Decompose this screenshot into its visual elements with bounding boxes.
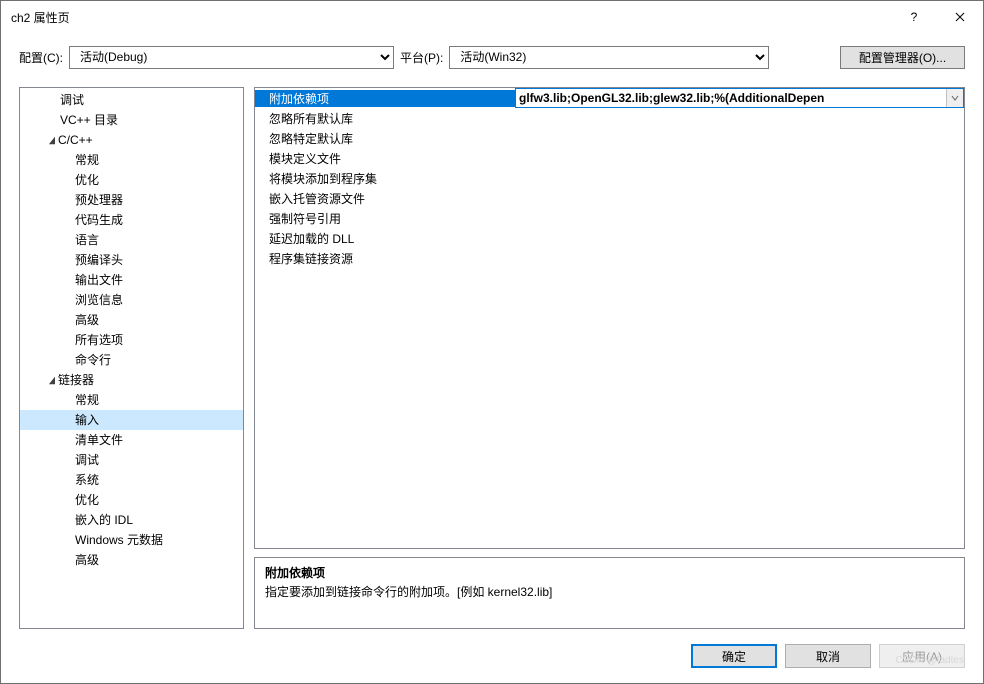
- property-row[interactable]: 程序集链接资源: [255, 248, 964, 268]
- property-row[interactable]: 嵌入托管资源文件: [255, 188, 964, 208]
- right-pane: 附加依赖项glfw3.lib;OpenGL32.lib;glew32.lib;%…: [254, 87, 965, 629]
- tree-item[interactable]: 系统: [20, 470, 243, 490]
- config-select[interactable]: 活动(Debug): [69, 46, 394, 69]
- tree-item-label: 输入: [75, 413, 99, 427]
- tree-item-label: Windows 元数据: [75, 533, 163, 547]
- window-title: ch2 属性页: [11, 9, 891, 26]
- tree-item[interactable]: 调试: [20, 450, 243, 470]
- tree-item[interactable]: 命令行: [20, 350, 243, 370]
- property-name: 模块定义文件: [255, 150, 515, 167]
- chevron-down-icon: [951, 94, 959, 102]
- expander-icon[interactable]: ◢: [47, 371, 57, 391]
- titlebar: ch2 属性页 ?: [1, 1, 983, 33]
- tree-item[interactable]: 常规: [20, 390, 243, 410]
- tree-item-label: VC++ 目录: [60, 113, 118, 127]
- ok-button[interactable]: 确定: [691, 644, 777, 668]
- tree-item-label: 优化: [75, 173, 99, 187]
- tree-item[interactable]: 清单文件: [20, 430, 243, 450]
- tree-item-label: 预编译头: [75, 253, 123, 267]
- platform-select[interactable]: 活动(Win32): [449, 46, 769, 69]
- dialog-window: ch2 属性页 ? 配置(C): 活动(Debug) 平台(P): 活动(Win…: [0, 0, 984, 684]
- tree-item-label: 清单文件: [75, 433, 123, 447]
- tree-item[interactable]: 调试: [20, 90, 243, 110]
- tree-item-label: 高级: [75, 553, 99, 567]
- tree-item-label: 语言: [75, 233, 99, 247]
- tree-item[interactable]: 代码生成: [20, 210, 243, 230]
- close-button[interactable]: [937, 1, 983, 33]
- category-tree[interactable]: 调试VC++ 目录◢C/C++常规优化预处理器代码生成语言预编译头输出文件浏览信…: [19, 87, 244, 629]
- dialog-body: 调试VC++ 目录◢C/C++常规优化预处理器代码生成语言预编译头输出文件浏览信…: [1, 73, 983, 629]
- property-name: 强制符号引用: [255, 210, 515, 227]
- tree-item-label: 输出文件: [75, 273, 123, 287]
- dropdown-button[interactable]: [946, 89, 963, 107]
- apply-button[interactable]: 应用(A): [879, 644, 965, 668]
- platform-label: 平台(P):: [400, 49, 443, 66]
- tree-item[interactable]: 所有选项: [20, 330, 243, 350]
- property-row[interactable]: 忽略所有默认库: [255, 108, 964, 128]
- description-panel: 附加依赖项 指定要添加到链接命令行的附加项。[例如 kernel32.lib]: [254, 557, 965, 629]
- property-name: 附加依赖项: [255, 90, 515, 107]
- property-name: 将模块添加到程序集: [255, 170, 515, 187]
- tree-item-label: 高级: [75, 313, 99, 327]
- dialog-footer: 确定 取消 应用(A): [1, 629, 983, 683]
- tree-item[interactable]: VC++ 目录: [20, 110, 243, 130]
- tree-item[interactable]: ◢C/C++: [20, 130, 243, 150]
- tree-item[interactable]: 高级: [20, 550, 243, 570]
- tree-item[interactable]: 嵌入的 IDL: [20, 510, 243, 530]
- tree-item-label: C/C++: [58, 133, 93, 147]
- property-name: 嵌入托管资源文件: [255, 190, 515, 207]
- tree-item[interactable]: Windows 元数据: [20, 530, 243, 550]
- tree-item[interactable]: 优化: [20, 170, 243, 190]
- tree-item[interactable]: 预编译头: [20, 250, 243, 270]
- property-name: 忽略所有默认库: [255, 110, 515, 127]
- tree-item[interactable]: ◢链接器: [20, 370, 243, 390]
- tree-item[interactable]: 浏览信息: [20, 290, 243, 310]
- tree-item-label: 所有选项: [75, 333, 123, 347]
- expander-icon[interactable]: ◢: [47, 131, 57, 151]
- property-row[interactable]: 将模块添加到程序集: [255, 168, 964, 188]
- config-manager-button[interactable]: 配置管理器(O)...: [840, 46, 965, 69]
- cancel-button[interactable]: 取消: [785, 644, 871, 668]
- property-row[interactable]: 忽略特定默认库: [255, 128, 964, 148]
- tree-item[interactable]: 输入: [20, 410, 243, 430]
- property-value: glfw3.lib;OpenGL32.lib;glew32.lib;%(Addi…: [516, 91, 946, 105]
- property-row[interactable]: 延迟加载的 DLL: [255, 228, 964, 248]
- tree-item-label: 命令行: [75, 353, 111, 367]
- tree-item-label: 优化: [75, 493, 99, 507]
- property-name: 忽略特定默认库: [255, 130, 515, 147]
- tree-item-label: 代码生成: [75, 213, 123, 227]
- tree-item[interactable]: 输出文件: [20, 270, 243, 290]
- tree-item-label: 调试: [75, 453, 99, 467]
- tree-item-label: 预处理器: [75, 193, 123, 207]
- help-button[interactable]: ?: [891, 1, 937, 33]
- tree-item-label: 调试: [60, 93, 84, 107]
- tree-item[interactable]: 常规: [20, 150, 243, 170]
- close-icon: [955, 12, 965, 22]
- description-body: 指定要添加到链接命令行的附加项。[例如 kernel32.lib]: [265, 583, 954, 600]
- config-label: 配置(C):: [19, 49, 63, 66]
- help-icon: ?: [911, 10, 918, 24]
- config-toolbar: 配置(C): 活动(Debug) 平台(P): 活动(Win32) 配置管理器(…: [1, 33, 983, 73]
- tree-item-label: 系统: [75, 473, 99, 487]
- property-grid: 附加依赖项glfw3.lib;OpenGL32.lib;glew32.lib;%…: [254, 87, 965, 549]
- tree-item[interactable]: 语言: [20, 230, 243, 250]
- property-row[interactable]: 模块定义文件: [255, 148, 964, 168]
- property-name: 程序集链接资源: [255, 250, 515, 267]
- property-row[interactable]: 附加依赖项glfw3.lib;OpenGL32.lib;glew32.lib;%…: [255, 88, 964, 108]
- tree-item-label: 浏览信息: [75, 293, 123, 307]
- tree-item[interactable]: 预处理器: [20, 190, 243, 210]
- tree-item-label: 嵌入的 IDL: [75, 513, 133, 527]
- tree-item[interactable]: 高级: [20, 310, 243, 330]
- property-value-cell[interactable]: glfw3.lib;OpenGL32.lib;glew32.lib;%(Addi…: [515, 88, 964, 108]
- tree-item-label: 常规: [75, 153, 99, 167]
- property-row[interactable]: 强制符号引用: [255, 208, 964, 228]
- tree-item-label: 常规: [75, 393, 99, 407]
- property-name: 延迟加载的 DLL: [255, 230, 515, 247]
- tree-item[interactable]: 优化: [20, 490, 243, 510]
- tree-item-label: 链接器: [58, 373, 94, 387]
- description-heading: 附加依赖项: [265, 564, 954, 581]
